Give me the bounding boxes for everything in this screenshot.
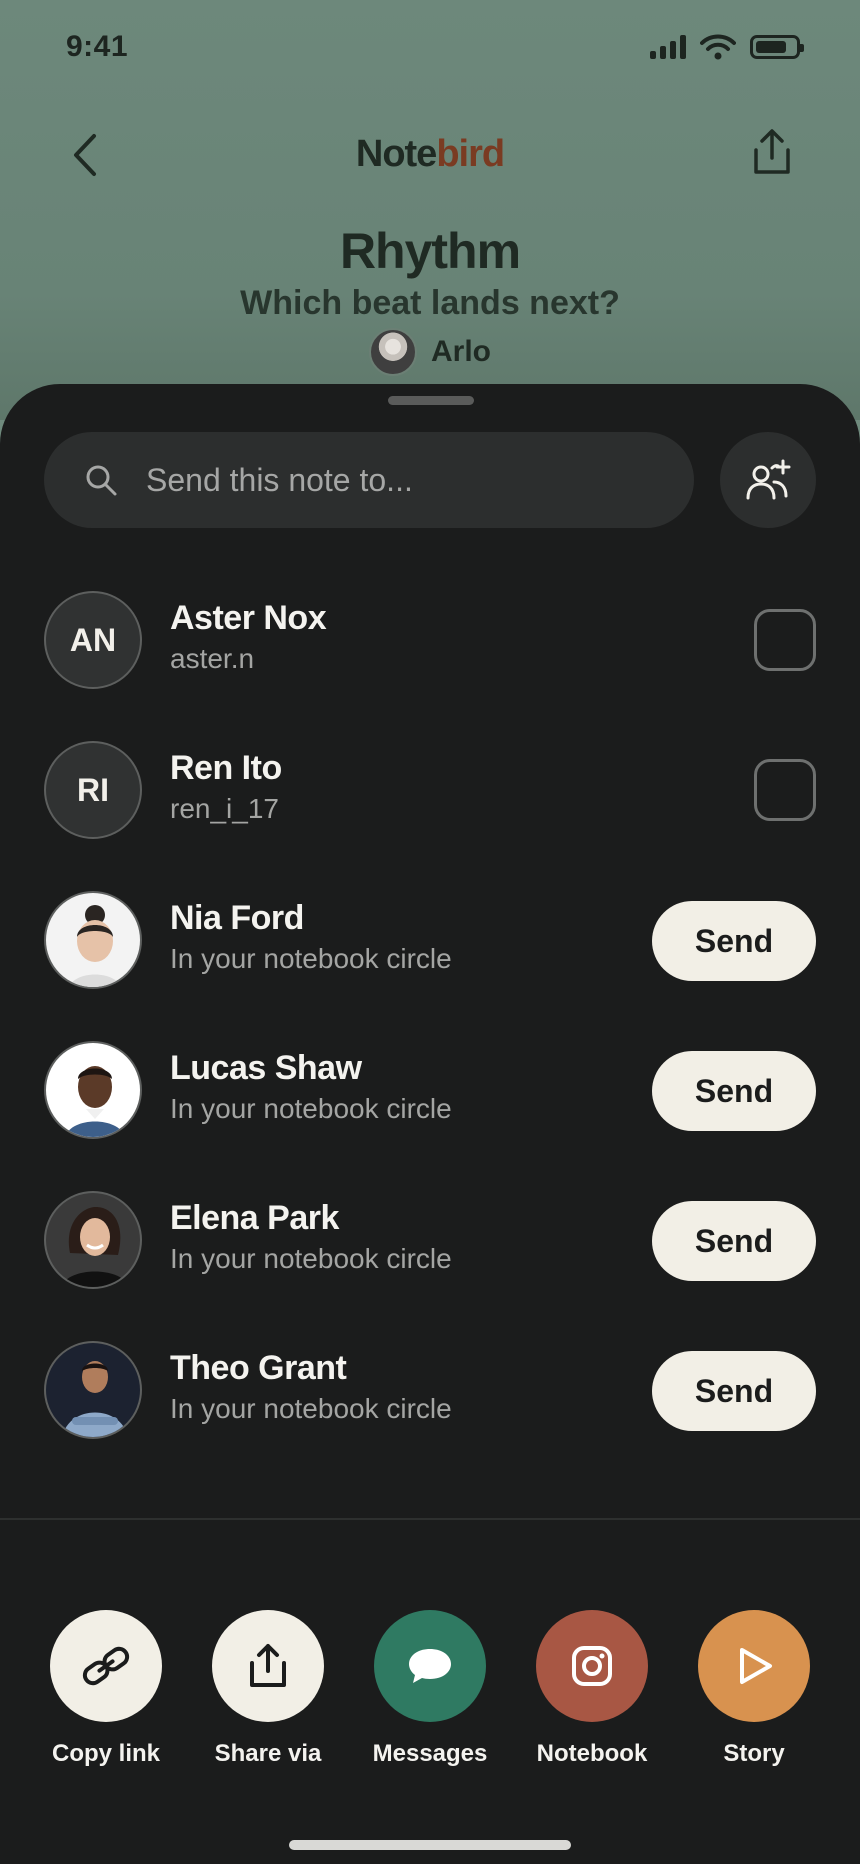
contact-row[interactable]: Lucas Shaw In your notebook circle Send	[0, 1035, 860, 1145]
brand-part-2: bird	[436, 133, 505, 175]
send-button[interactable]: Send	[652, 1201, 816, 1281]
divider	[0, 1518, 860, 1520]
sheet-grabber[interactable]	[388, 396, 474, 405]
avatar	[44, 891, 142, 989]
play-icon	[740, 1648, 772, 1684]
contact-subtitle: In your notebook circle	[170, 943, 452, 974]
send-button[interactable]: Send	[652, 1051, 816, 1131]
avatar: RI	[44, 741, 142, 839]
brand-part-1: Note	[355, 133, 437, 175]
contact-subtitle: In your notebook circle	[170, 1093, 452, 1124]
battery-icon	[750, 35, 804, 59]
contact-row[interactable]: AN Aster Nox aster.n	[0, 585, 860, 695]
contact-row[interactable]: RI Ren Ito ren_i_17	[0, 735, 860, 845]
author-avatar	[369, 328, 417, 376]
cellular-signal-icon	[650, 35, 686, 59]
contact-handle: ren_i_17	[170, 793, 279, 824]
contact-name: Aster Nox	[170, 599, 327, 637]
camera-icon	[572, 1646, 612, 1686]
note-author: Arlo	[0, 328, 860, 376]
search-input[interactable]	[146, 450, 666, 510]
status-icons	[650, 34, 804, 60]
share-option-circle	[536, 1610, 648, 1722]
share-option-share-via[interactable]: Share via	[188, 1610, 348, 1768]
share-sheet: AN Aster Nox aster.n RI Ren Ito ren_i_17…	[0, 384, 860, 1864]
contact-subtitle: In your notebook circle	[170, 1243, 452, 1274]
share-option-copy-link[interactable]: Copy link	[26, 1610, 186, 1768]
contact-name: Theo Grant	[170, 1349, 347, 1387]
wifi-icon	[700, 34, 736, 60]
contact-name: Elena Park	[170, 1199, 339, 1237]
share-options-row: Copy link Share via Messages Notebook St…	[0, 1610, 860, 1767]
select-checkbox[interactable]	[754, 609, 816, 671]
message-bubble-icon	[409, 1649, 451, 1683]
select-checkbox[interactable]	[754, 759, 816, 821]
note-title: Rhythm	[339, 223, 521, 279]
share-option-messages[interactable]: Messages	[350, 1610, 510, 1768]
share-option-circle	[212, 1610, 324, 1722]
share-option-label: Notebook	[536, 1740, 648, 1767]
share-option-label: Messages	[372, 1740, 488, 1767]
background-note-screen: 9:41 Notebird Rhythm Which beat lands ne…	[0, 0, 860, 420]
contact-name: Lucas Shaw	[170, 1049, 362, 1087]
share-option-circle	[698, 1610, 810, 1722]
send-button[interactable]: Send	[652, 901, 816, 981]
status-time: 9:41	[66, 30, 129, 63]
contact-row[interactable]: Elena Park In your notebook circle Send	[0, 1185, 860, 1295]
status-bar: 9:41	[0, 0, 860, 100]
share-option-notebook[interactable]: Notebook	[512, 1610, 672, 1768]
avatar	[44, 1341, 142, 1439]
home-indicator[interactable]	[289, 1840, 571, 1850]
contact-subtitle: In your notebook circle	[170, 1393, 452, 1424]
note-subtitle: Which beat lands next?	[240, 284, 620, 322]
share-option-label: Copy link	[51, 1740, 160, 1767]
contact-handle: aster.n	[170, 643, 255, 674]
avatar: AN	[44, 591, 142, 689]
share-option-circle	[374, 1610, 486, 1722]
share-icon	[250, 1644, 286, 1687]
share-option-label: Share via	[214, 1740, 322, 1767]
share-option-circle	[50, 1610, 162, 1722]
search-bar[interactable]	[44, 432, 694, 528]
contact-name: Nia Ford	[170, 899, 304, 937]
add-people-icon	[746, 459, 791, 500]
author-name: Arlo	[431, 335, 491, 368]
avatar	[44, 1041, 142, 1139]
share-option-label: Story	[723, 1740, 785, 1767]
contact-row[interactable]: Nia Ford In your notebook circle Send	[0, 885, 860, 995]
avatar	[44, 1191, 142, 1289]
add-group-button[interactable]	[720, 432, 816, 528]
share-icon[interactable]	[748, 128, 796, 178]
contact-name: Ren Ito	[170, 749, 282, 787]
contact-row[interactable]: Theo Grant In your notebook circle Send	[0, 1335, 860, 1445]
search-icon	[86, 465, 117, 496]
link-icon	[82, 1646, 130, 1686]
send-button[interactable]: Send	[652, 1351, 816, 1431]
share-option-story[interactable]: Story	[674, 1610, 834, 1768]
brand-logo: Notebird	[0, 133, 860, 176]
